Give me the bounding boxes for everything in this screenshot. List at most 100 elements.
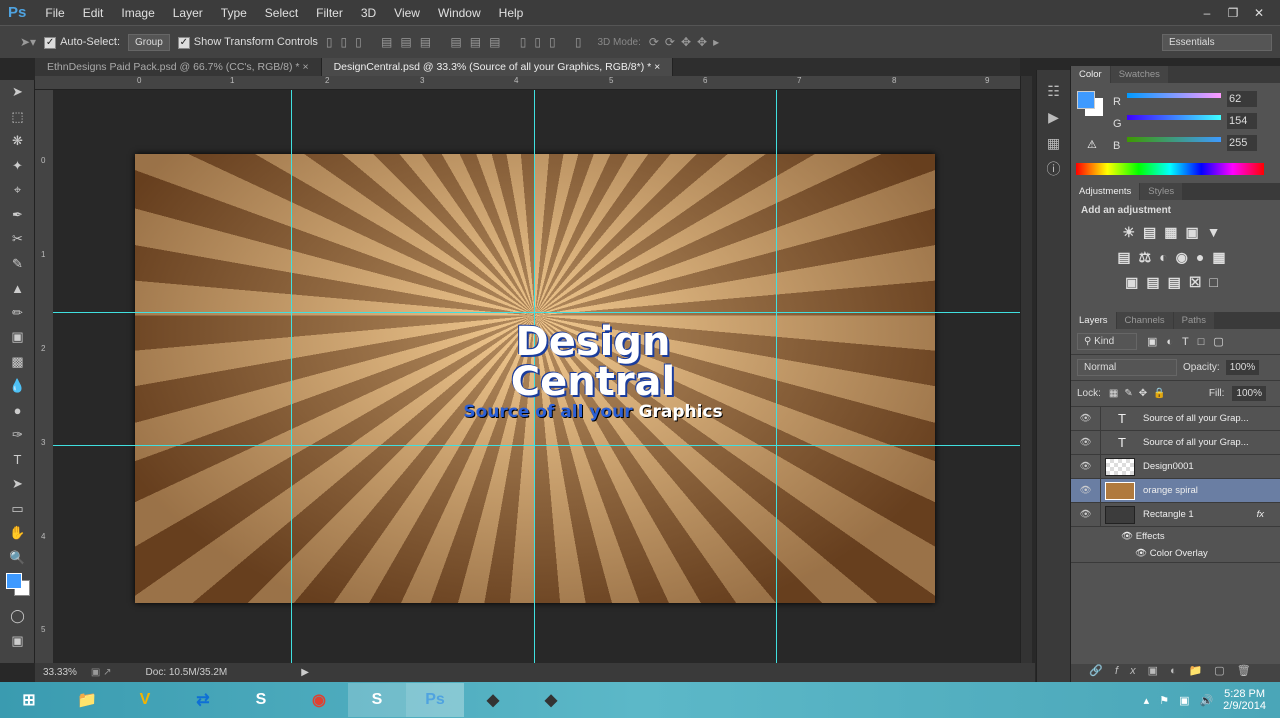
dodge-tool-icon[interactable]: ● <box>0 399 35 424</box>
design-central-logo-text[interactable]: Design Central Source of all your Graphi… <box>443 322 743 422</box>
tab-layers[interactable]: Layers <box>1071 312 1116 329</box>
foreground-swatch[interactable] <box>1077 91 1095 109</box>
filter-kind-dropdown[interactable]: ⚲ Kind <box>1077 333 1137 350</box>
menu-view[interactable]: View <box>385 6 429 20</box>
blur-tool-icon[interactable]: 💧 <box>0 374 35 399</box>
type-tool-icon[interactable]: T <box>0 448 35 473</box>
fx-icon[interactable]: fx <box>1257 509 1264 520</box>
eye-icon[interactable]: 👁 <box>1135 548 1150 559</box>
app-icon-8[interactable]: ◆ <box>464 683 522 717</box>
skype-icon[interactable]: S <box>232 683 290 717</box>
horizontal-guide[interactable] <box>53 312 1020 313</box>
adjustment-icons[interactable]: ☀▤▦▣▼ ▤⚖◐◉●▦ ▣▤▤☒□ <box>1081 220 1270 295</box>
layer-row[interactable]: 👁 T Source of all your Grap... <box>1071 407 1280 431</box>
healing-tool-icon[interactable]: ✂ <box>0 227 35 252</box>
menu-window[interactable]: Window <box>429 6 490 20</box>
file-explorer-icon[interactable]: 📁 <box>58 683 116 717</box>
menu-3d[interactable]: 3D <box>352 6 385 20</box>
screen-mode-icon[interactable]: ▣ <box>0 629 35 654</box>
zoom-tool-icon[interactable]: 🔍 <box>0 546 35 571</box>
actions-icon[interactable]: ▶ <box>1037 104 1070 130</box>
tab-adjustments[interactable]: Adjustments <box>1071 183 1140 200</box>
move-tool-icon[interactable]: ➤▾ <box>20 35 36 49</box>
network-icon[interactable]: ▣ <box>1179 694 1189 707</box>
photoshop-taskbar-icon[interactable]: Ps <box>406 683 464 717</box>
layer-row[interactable]: 👁 T Source of all your Grap... <box>1071 431 1280 455</box>
vertical-scrollbar[interactable] <box>1020 76 1032 663</box>
app-icon-9[interactable]: ◆ <box>522 683 580 717</box>
crop-tool-icon[interactable]: ⌖ <box>0 178 35 203</box>
align-icons[interactable]: ▯▯▯ ▤▤▤ ▤▤▤ ▯▯▯ ▯ <box>326 35 590 49</box>
tab-styles[interactable]: Styles <box>1140 183 1183 200</box>
foreground-color[interactable] <box>6 573 22 589</box>
menu-select[interactable]: Select <box>256 6 307 20</box>
start-button[interactable]: ⊞ <box>0 683 58 717</box>
skype-icon-2[interactable]: S <box>348 683 406 717</box>
horizontal-guide[interactable] <box>53 445 1020 446</box>
canvas-area[interactable]: Design Central Source of all your Graphi… <box>53 90 1020 663</box>
vertical-guide[interactable] <box>291 90 292 663</box>
color-spectrum[interactable] <box>1076 163 1264 175</box>
menu-help[interactable]: Help <box>490 6 533 20</box>
show-transform-checkbox[interactable]: ✓ Show Transform Controls <box>177 36 318 49</box>
b-slider[interactable] <box>1127 137 1221 142</box>
color-swatches[interactable] <box>0 570 35 604</box>
status-menu-arrow[interactable]: ▶ <box>301 667 309 678</box>
history-icon[interactable]: ☷ <box>1037 78 1070 104</box>
g-value[interactable]: 154 <box>1227 113 1257 129</box>
blend-mode-dropdown[interactable]: Normal <box>1077 359 1177 376</box>
marquee-tool-icon[interactable]: ⬚ <box>0 105 35 130</box>
menu-image[interactable]: Image <box>112 6 163 20</box>
auto-select-dropdown[interactable]: Group <box>128 33 170 51</box>
lasso-tool-icon[interactable]: ❋ <box>0 129 35 154</box>
app-v-icon[interactable]: V <box>116 683 174 717</box>
brush-tool-icon[interactable]: ✎ <box>0 252 35 277</box>
eye-icon[interactable]: 👁 <box>1071 479 1101 502</box>
menu-filter[interactable]: Filter <box>307 6 352 20</box>
vertical-guide[interactable] <box>776 90 777 663</box>
tab-color[interactable]: Color <box>1071 66 1110 83</box>
gamut-warning-icon[interactable]: ⚠ <box>1087 138 1097 151</box>
layers-footer-buttons[interactable]: 🔗fx▣◐📁▢🗑 <box>1071 664 1280 682</box>
shape-tool-icon[interactable]: ▭ <box>0 497 35 522</box>
3d-tools-icons[interactable]: ⟳⟳✥✥▸ <box>649 35 725 49</box>
b-value[interactable]: 255 <box>1227 135 1257 151</box>
workspace-dropdown[interactable]: Essentials <box>1162 33 1272 51</box>
flag-icon[interactable]: ⚑ <box>1159 694 1169 707</box>
layer-row-selected[interactable]: 👁 orange spiral <box>1071 479 1280 503</box>
chrome-icon[interactable]: ◉ <box>290 683 348 717</box>
volume-icon[interactable]: 🔊 <box>1199 694 1213 707</box>
auto-select-checkbox[interactable]: ✓ Auto-Select: <box>44 36 120 49</box>
hand-tool-icon[interactable]: ✋ <box>0 521 35 546</box>
properties-icon[interactable]: ▦ <box>1037 130 1070 156</box>
lock-icons[interactable]: ▦✎✥🔒 <box>1109 388 1172 399</box>
layer-row[interactable]: 👁 Rectangle 1 fx <box>1071 503 1280 527</box>
menu-file[interactable]: File <box>36 6 73 20</box>
clock[interactable]: 5:28 PM 2/9/2014 <box>1223 688 1266 712</box>
tab-swatches[interactable]: Swatches <box>1110 66 1168 83</box>
color-overlay-row[interactable]: 👁 Color Overlay <box>1071 545 1280 563</box>
tab-paths[interactable]: Paths <box>1173 312 1214 329</box>
status-icons[interactable]: ▣ ↗ <box>91 667 112 678</box>
eyedropper-tool-icon[interactable]: ✒ <box>0 203 35 228</box>
eye-icon[interactable]: 👁 <box>1121 531 1136 542</box>
path-select-icon[interactable]: ➤ <box>0 472 35 497</box>
tab-designcentral[interactable]: DesignCentral.psd @ 33.3% (Source of all… <box>321 58 674 76</box>
eye-icon[interactable]: 👁 <box>1071 407 1101 430</box>
g-slider[interactable] <box>1127 115 1221 120</box>
info-icon[interactable]: ⓘ <box>1037 156 1070 182</box>
quick-mask-icon[interactable]: ◯ <box>0 604 35 629</box>
opacity-input[interactable]: 100% <box>1225 360 1260 375</box>
menu-edit[interactable]: Edit <box>74 6 113 20</box>
r-value[interactable]: 62 <box>1227 91 1257 107</box>
close-tab-icon[interactable]: × <box>654 61 660 73</box>
tab-ethndesigns[interactable]: EthnDesigns Paid Pack.psd @ 66.7% (CC's,… <box>35 58 322 76</box>
gradient-tool-icon[interactable]: ▩ <box>0 350 35 375</box>
menu-type[interactable]: Type <box>212 6 256 20</box>
r-slider[interactable] <box>1127 93 1221 98</box>
eye-icon[interactable]: 👁 <box>1071 455 1101 478</box>
tray-arrow-icon[interactable]: ▴ <box>1144 694 1150 707</box>
move-tool-icon[interactable]: ➤ <box>0 80 35 105</box>
close-button[interactable]: ✕ <box>1246 5 1272 21</box>
teamviewer-icon[interactable]: ⇄ <box>174 683 232 717</box>
